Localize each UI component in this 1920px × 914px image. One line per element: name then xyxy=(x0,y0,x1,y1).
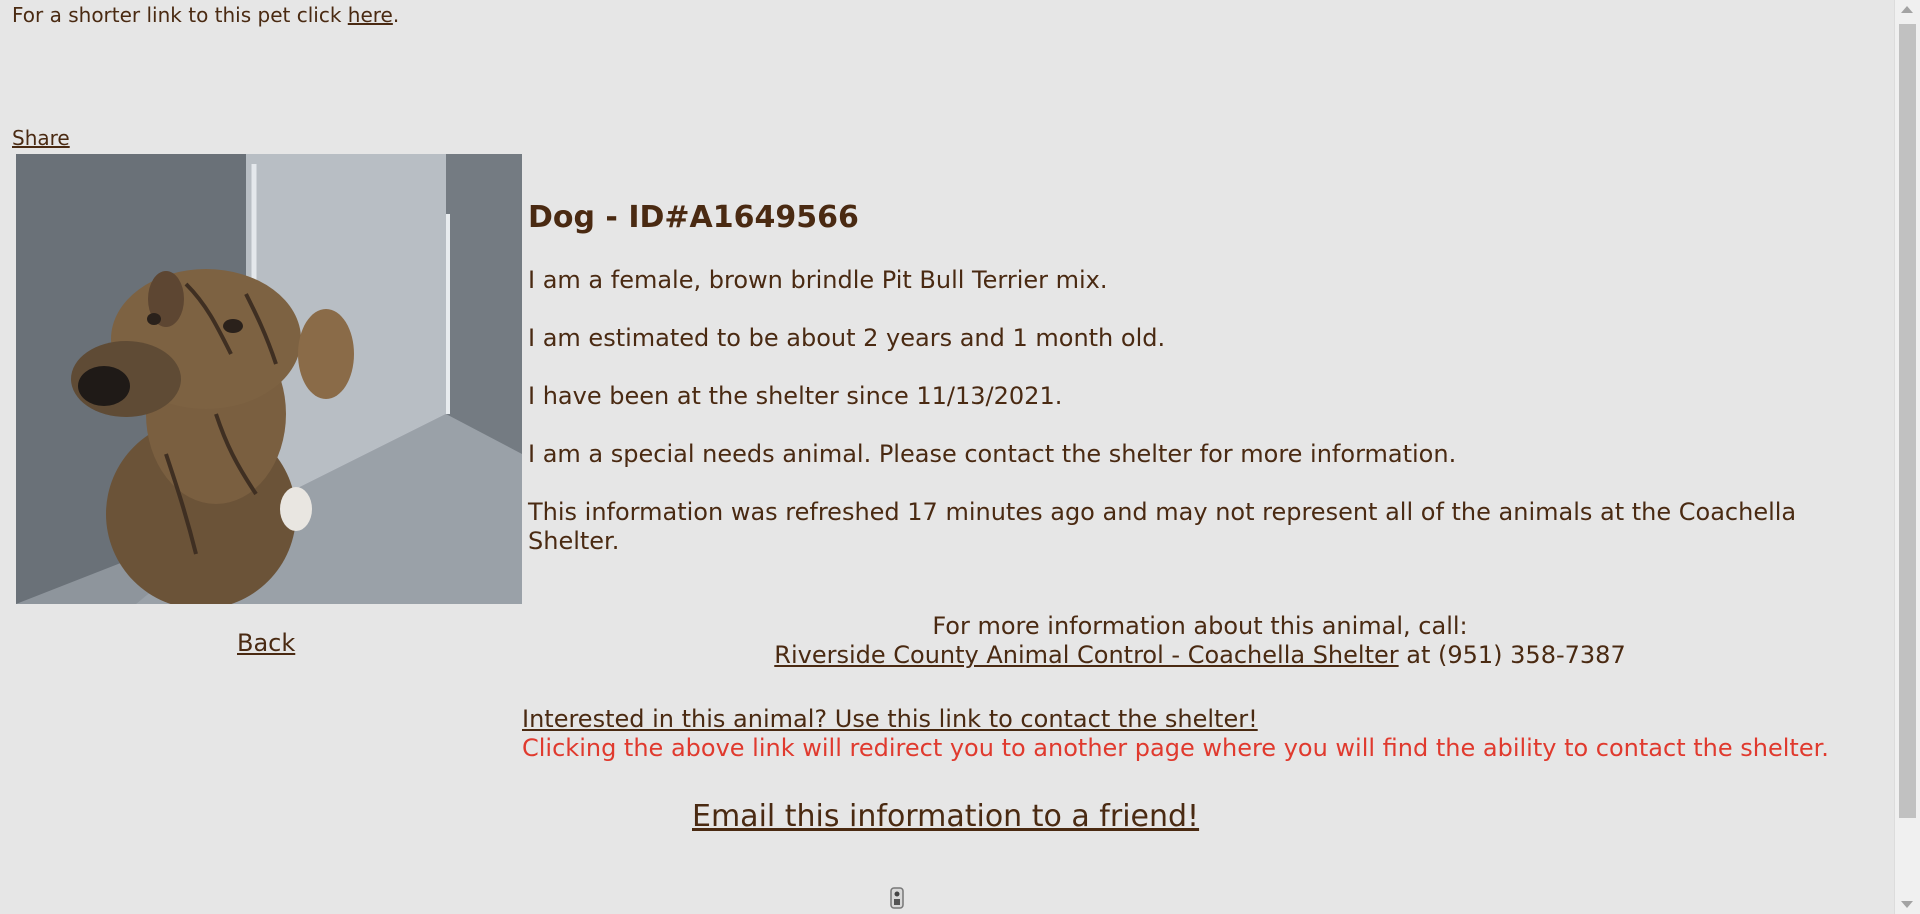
short-link-anchor[interactable]: here xyxy=(348,3,393,27)
vertical-scrollbar[interactable] xyxy=(1894,0,1920,914)
contact-line: Riverside County Animal Control - Coache… xyxy=(528,641,1872,670)
contact-block: For more information about this animal, … xyxy=(528,612,1872,670)
shelter-link[interactable]: Riverside County Animal Control - Coache… xyxy=(774,641,1398,669)
dog-photo-illustration xyxy=(16,154,522,604)
email-friend-link[interactable]: Email this information to a friend! xyxy=(692,799,1199,834)
loading-icon xyxy=(890,887,904,909)
animal-title: Dog - ID#A1649566 xyxy=(528,200,859,235)
animal-info: Dog - ID#A1649566 I am a female, brown b… xyxy=(528,200,1848,585)
scroll-down-arrow-icon[interactable] xyxy=(1901,901,1913,908)
animal-age: I am estimated to be about 2 years and 1… xyxy=(528,324,1166,352)
refresh-note: This information was refreshed 17 minute… xyxy=(528,498,1797,555)
interested-block: Interested in this animal? Use this link… xyxy=(522,705,1829,763)
redirect-note: Clicking the above link will redirect yo… xyxy=(522,734,1829,762)
back-link[interactable]: Back xyxy=(237,629,295,657)
pet-photo xyxy=(16,154,522,604)
animal-intake-date: I have been at the shelter since 11/13/2… xyxy=(528,382,1063,410)
contact-intro: For more information about this animal, … xyxy=(932,612,1468,640)
contact-shelter-link[interactable]: Interested in this animal? Use this link… xyxy=(522,705,1258,733)
share-link[interactable]: Share xyxy=(12,126,70,150)
short-link-text: For a shorter link to this pet click xyxy=(12,3,348,27)
scroll-thumb[interactable] xyxy=(1899,24,1916,818)
scroll-up-arrow-icon[interactable] xyxy=(1901,6,1913,13)
short-link-line: For a shorter link to this pet click her… xyxy=(12,3,399,27)
animal-description: I am a female, brown brindle Pit Bull Te… xyxy=(528,266,1108,294)
special-needs-note: I am a special needs animal. Please cont… xyxy=(528,440,1457,468)
shelter-phone: at (951) 358-7387 xyxy=(1398,641,1626,669)
short-link-period: . xyxy=(392,3,400,27)
pet-detail-page: For a shorter link to this pet click her… xyxy=(0,0,1895,914)
